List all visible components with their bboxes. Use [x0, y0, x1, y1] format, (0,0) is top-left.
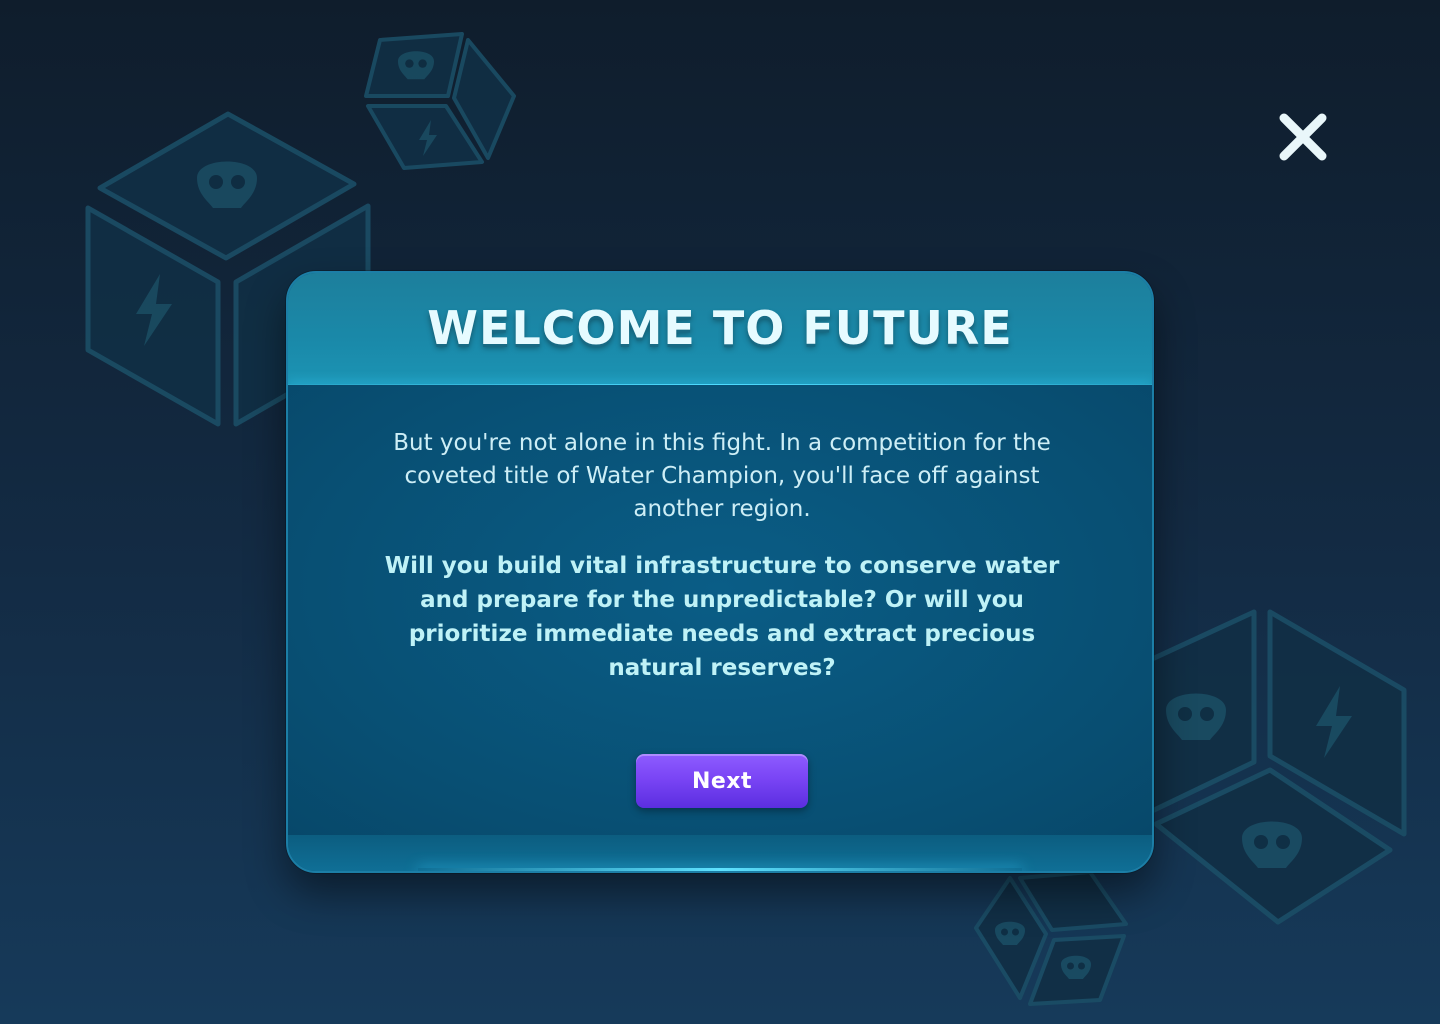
die-bottom-small: [974, 870, 1128, 1006]
welcome-dialog: WELCOME TO FUTURE But you're not alone i…: [286, 271, 1154, 873]
die-bottom-right: [1147, 609, 1407, 925]
intro-text: But you're not alone in this fight. In a…: [393, 430, 1051, 522]
dialog-header: WELCOME TO FUTURE: [288, 273, 1152, 387]
dialog-title: WELCOME TO FUTURE: [427, 301, 1013, 355]
close-button[interactable]: [1272, 106, 1334, 168]
close-icon: [1279, 113, 1327, 161]
dialog-body: But you're not alone in this fight. In a…: [288, 385, 1152, 837]
die-top-small: [364, 32, 516, 170]
next-button[interactable]: Next: [636, 754, 808, 808]
question-text: Will you build vital infrastructure to c…: [384, 553, 1060, 681]
dialog-footer: [288, 835, 1152, 871]
